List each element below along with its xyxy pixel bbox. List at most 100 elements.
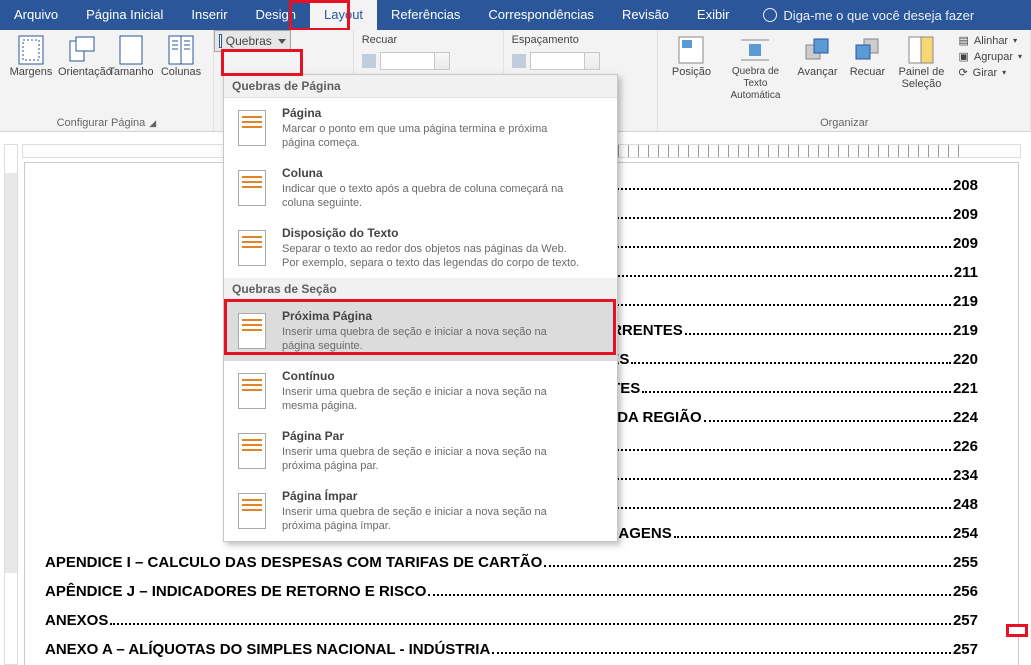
toc-page: 224 bbox=[953, 409, 978, 426]
tab-referencias[interactable]: Referências bbox=[377, 0, 474, 30]
tell-me-text: Diga-me o que você deseja fazer bbox=[783, 8, 974, 23]
toc-page: 234 bbox=[953, 467, 978, 484]
toc-leader bbox=[110, 623, 951, 625]
toc-leader bbox=[631, 362, 951, 364]
selection-pane-icon bbox=[908, 36, 934, 64]
toc-page: 248 bbox=[953, 496, 978, 513]
girar-button[interactable]: ⟳Girar▾ bbox=[958, 66, 1022, 79]
toc-leader bbox=[492, 652, 951, 654]
tab-correspondencias[interactable]: Correspondências bbox=[474, 0, 608, 30]
dd-section-quebras-pagina: Quebras de Página bbox=[224, 75, 617, 98]
odd-page-icon bbox=[238, 493, 266, 529]
tab-pagina-inicial[interactable]: Página Inicial bbox=[72, 0, 177, 30]
orientation-icon bbox=[66, 35, 96, 65]
toc-leader bbox=[588, 478, 951, 480]
orientacao-button[interactable]: Orientação bbox=[58, 34, 104, 78]
group-icon: ▣ bbox=[958, 50, 968, 63]
columns-icon bbox=[168, 35, 194, 65]
toc-line: APÊNDICE J – INDICADORES DE RETORNO E RI… bbox=[45, 583, 978, 600]
chevron-down-icon bbox=[278, 39, 286, 44]
toc-page: 219 bbox=[953, 293, 978, 310]
dd-item-continuo[interactable]: ContínuoInserir uma quebra de seção e in… bbox=[224, 361, 617, 421]
tab-exibir[interactable]: Exibir bbox=[683, 0, 744, 30]
dd-item-disposicao[interactable]: Disposição do TextoSeparar o texto ao re… bbox=[224, 218, 617, 278]
toc-text: APÊNDICE J – INDICADORES DE RETORNO E RI… bbox=[45, 583, 426, 600]
even-page-icon bbox=[238, 433, 266, 469]
painel-selecao-button[interactable]: Painel de Seleção bbox=[894, 34, 948, 102]
align-icon: ▤ bbox=[958, 34, 968, 47]
dd-item-proxima-pagina[interactable]: Próxima PáginaInserir uma quebra de seçã… bbox=[224, 301, 617, 361]
avancar-button[interactable]: Avançar bbox=[794, 34, 840, 102]
toc-text: ANEXOS bbox=[45, 612, 108, 629]
continuous-icon bbox=[238, 373, 266, 409]
group-label-organizar: Organizar bbox=[666, 115, 1022, 129]
toc-page: 254 bbox=[953, 525, 978, 542]
toc-text: ANEXO A – ALÍQUOTAS DO SIMPLES NACIONAL … bbox=[45, 641, 490, 658]
toc-page: 226 bbox=[953, 438, 978, 455]
toc-page: 209 bbox=[953, 235, 978, 252]
toc-page: 255 bbox=[953, 554, 978, 571]
toc-page: 211 bbox=[954, 264, 978, 281]
tab-design[interactable]: Design bbox=[242, 0, 310, 30]
toc-page: 257 bbox=[953, 641, 978, 658]
tamanho-button[interactable]: Tamanho bbox=[108, 34, 154, 78]
quebras-dropdown: Quebras de Página PáginaMarcar o ponto e… bbox=[223, 74, 618, 542]
textwrap-break-icon bbox=[238, 230, 266, 266]
alinhar-button[interactable]: ▤Alinhar▾ bbox=[958, 34, 1022, 47]
page-break-icon bbox=[238, 110, 266, 146]
vertical-ruler[interactable] bbox=[4, 144, 18, 665]
toc-page: 221 bbox=[953, 380, 978, 397]
toc-page: 220 bbox=[953, 351, 978, 368]
spacing-before-spinner[interactable] bbox=[530, 52, 600, 70]
tab-layout[interactable]: Layout bbox=[310, 0, 377, 30]
tab-arquivo[interactable]: Arquivo bbox=[0, 0, 72, 30]
posicao-button[interactable]: Posição bbox=[666, 34, 716, 102]
lightbulb-icon bbox=[763, 8, 777, 22]
textwrap-icon bbox=[741, 36, 769, 64]
espacamento-label: Espaçamento bbox=[512, 34, 650, 46]
dd-item-pagina-impar[interactable]: Página ÍmparInserir uma quebra de seção … bbox=[224, 481, 617, 541]
margens-button[interactable]: Margens bbox=[8, 34, 54, 78]
indent-left-spinner[interactable] bbox=[380, 52, 450, 70]
toc-leader bbox=[674, 536, 951, 538]
send-backward-icon bbox=[854, 37, 880, 63]
column-break-icon bbox=[238, 170, 266, 206]
toc-leader bbox=[590, 507, 951, 509]
quebras-button[interactable]: Quebras bbox=[214, 30, 291, 52]
group-configurar-pagina: Margens Orientação Tamanho Colunas Confi… bbox=[0, 30, 214, 131]
dd-item-coluna[interactable]: ColunaIndicar que o texto após a quebra … bbox=[224, 158, 617, 218]
toc-leader bbox=[544, 565, 951, 567]
position-icon bbox=[678, 36, 704, 64]
toc-line: ANEXOS 257 bbox=[45, 612, 978, 629]
toc-leader bbox=[685, 333, 951, 335]
tell-me[interactable]: Diga-me o que você deseja fazer bbox=[763, 8, 974, 23]
toc-leader bbox=[642, 391, 951, 393]
toc-leader bbox=[704, 420, 951, 422]
toc-page: 256 bbox=[953, 583, 978, 600]
colunas-button[interactable]: Colunas bbox=[158, 34, 204, 78]
margins-icon bbox=[18, 35, 44, 65]
ribbon-tabs: Arquivo Página Inicial Inserir Design La… bbox=[0, 0, 1031, 30]
breaks-icon bbox=[219, 34, 222, 48]
tab-revisao[interactable]: Revisão bbox=[608, 0, 683, 30]
agrupar-button[interactable]: ▣Agrupar▾ bbox=[958, 50, 1022, 63]
next-page-icon bbox=[238, 313, 266, 349]
quebra-texto-button[interactable]: Quebra de Texto Automática bbox=[720, 34, 790, 102]
tab-inserir[interactable]: Inserir bbox=[177, 0, 241, 30]
toc-line: APENDICE I – CALCULO DAS DESPESAS COM TA… bbox=[45, 554, 978, 571]
toc-page: 209 bbox=[953, 206, 978, 223]
group-organizar: Posição Quebra de Texto Automática Avanç… bbox=[658, 30, 1031, 131]
toc-page: 208 bbox=[953, 177, 978, 194]
spacing-before-icon bbox=[512, 54, 526, 68]
toc-text: APENDICE I – CALCULO DAS DESPESAS COM TA… bbox=[45, 554, 542, 571]
dd-section-quebras-secao: Quebras de Seção bbox=[224, 278, 617, 301]
recuar-label: Recuar bbox=[362, 34, 495, 46]
bring-forward-icon bbox=[804, 37, 830, 63]
rotate-icon: ⟳ bbox=[958, 66, 967, 79]
dd-item-pagina-par[interactable]: Página ParInserir uma quebra de seção e … bbox=[224, 421, 617, 481]
highlight-corner bbox=[1006, 624, 1028, 637]
dd-item-pagina[interactable]: PáginaMarcar o ponto em que uma página t… bbox=[224, 98, 617, 158]
recuar-button[interactable]: Recuar bbox=[844, 34, 890, 102]
group-label-configurar-pagina: Configurar Página◢ bbox=[8, 115, 205, 129]
toc-page: 257 bbox=[953, 612, 978, 629]
